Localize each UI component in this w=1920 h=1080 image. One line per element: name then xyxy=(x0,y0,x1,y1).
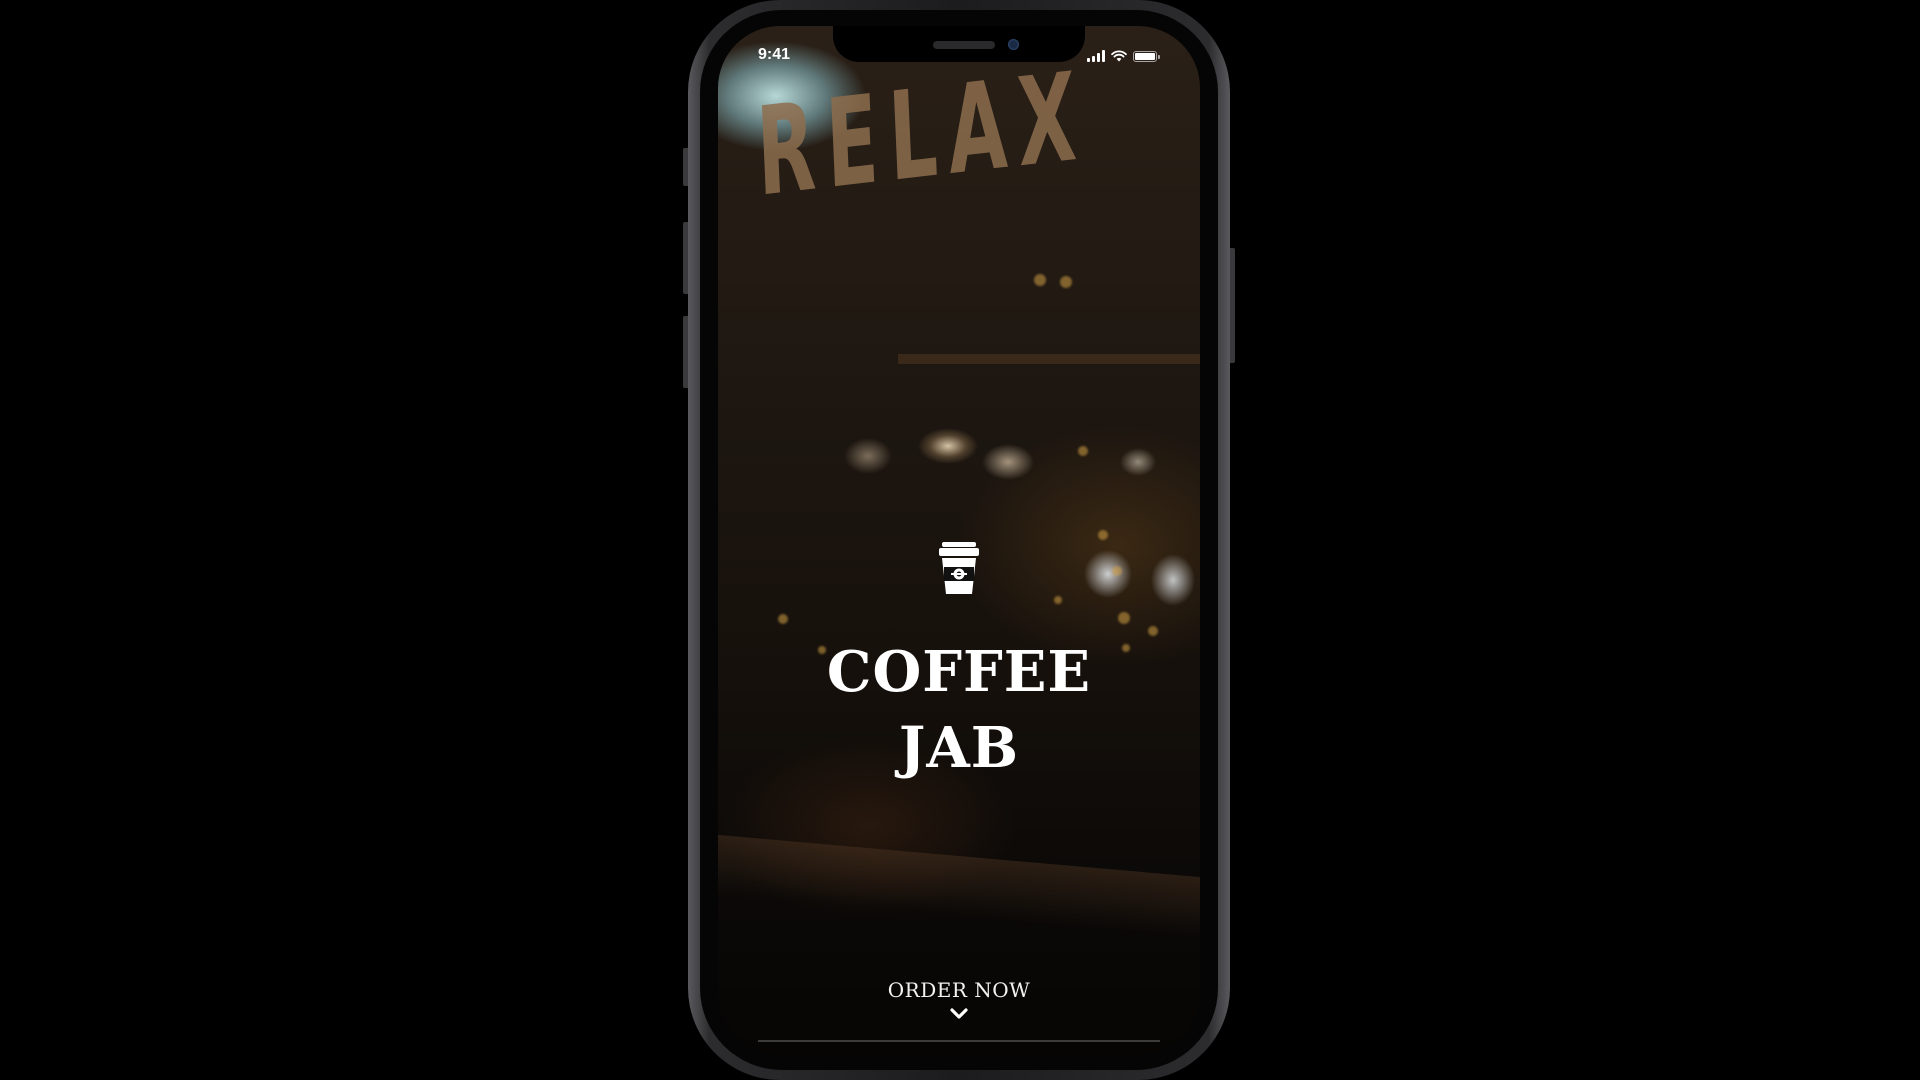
order-now-button[interactable]: ORDER NOW xyxy=(869,978,1049,1038)
status-bar: 9:41 xyxy=(718,26,1200,72)
notch xyxy=(833,26,1085,62)
earpiece-speaker xyxy=(933,41,995,49)
bokeh-light xyxy=(1078,446,1088,456)
bokeh-light xyxy=(778,614,788,624)
bokeh-light xyxy=(1034,274,1046,286)
bokeh-light xyxy=(1118,612,1130,624)
cellular-signal-icon xyxy=(1087,50,1105,62)
bokeh-light xyxy=(1054,596,1062,604)
status-icons xyxy=(1087,48,1160,62)
bar-counter xyxy=(718,834,1200,938)
phone-screen: RELAX 9:41 COFFEE JAB ORDER NOW xyxy=(718,26,1200,1054)
brand-title-line2: JAB xyxy=(898,715,1020,781)
bokeh-light xyxy=(1060,276,1072,288)
front-camera xyxy=(1008,39,1019,50)
chevron-down-icon[interactable] xyxy=(950,1008,968,1020)
brand-title-line1: COFFEE xyxy=(826,639,1092,705)
bokeh-light xyxy=(1098,530,1108,540)
battery-cap xyxy=(1158,55,1160,59)
battery-icon xyxy=(1133,51,1157,62)
order-now-label: ORDER NOW xyxy=(887,978,1031,1002)
bar-shelf xyxy=(898,354,1200,364)
coffee-cup-icon xyxy=(939,542,979,594)
brand-title: COFFEE JAB xyxy=(718,634,1200,786)
home-indicator[interactable] xyxy=(758,1040,1160,1042)
status-time: 9:41 xyxy=(758,46,791,63)
wifi-icon xyxy=(1111,50,1127,62)
bokeh-light xyxy=(1112,566,1122,576)
mockup-stage: RELAX 9:41 COFFEE JAB ORDER NOW xyxy=(0,0,1920,1080)
